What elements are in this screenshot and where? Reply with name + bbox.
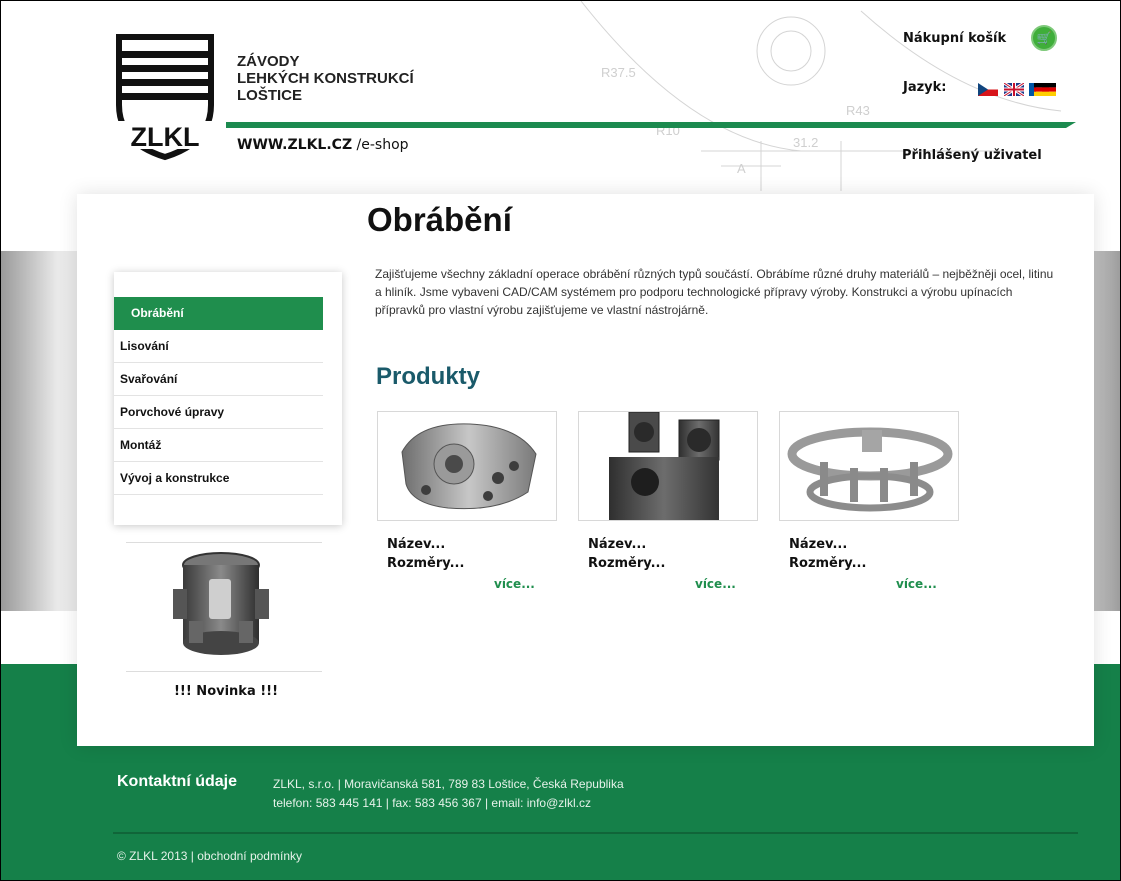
product-name: Název...: [387, 537, 446, 552]
website-url[interactable]: WWW.ZLKL.CZ /e-shop: [237, 137, 409, 153]
menu-item-svarovani[interactable]: Svařování: [114, 363, 323, 396]
cart-link[interactable]: Nákupní košík: [903, 31, 1006, 46]
language-label: Jazyk:: [903, 80, 947, 95]
product-card[interactable]: Název... Rozměry... více...: [377, 411, 557, 591]
copyright-text: © ZLKL 2013: [117, 849, 188, 863]
logo-text: ZLKL: [131, 122, 200, 152]
brand-line: LOŠTICE: [237, 87, 303, 104]
page-title: Obrábění: [367, 201, 512, 238]
product-more-link[interactable]: více...: [896, 577, 937, 591]
contact-address: ZLKL, s.r.o. | Moravičanská 581, 789 83 …: [273, 777, 624, 791]
product-dimensions: Rozměry...: [789, 556, 867, 571]
menu-item-povrchove-upravy[interactable]: Porvchové úpravy: [114, 396, 323, 429]
company-name: ZÁVODY LEHKÝCH KONSTRUKCÍ LOŠTICE: [237, 53, 414, 104]
divider: [126, 542, 322, 543]
product-more-link[interactable]: více...: [494, 577, 535, 591]
page-frame: R37.5 R43 R10 31.2 A ZLKL ZÁVODY LEHKÝCH…: [0, 0, 1121, 881]
drawing-label: R43: [846, 103, 870, 118]
news-label[interactable]: !!! Novinka !!!: [174, 684, 278, 699]
intro-text: Zajišťujeme všechny základní operace obr…: [375, 267, 1054, 317]
contacts-heading: Kontaktní údaje: [117, 773, 238, 790]
drawing-label: 31.2: [793, 135, 818, 150]
product-image[interactable]: [779, 411, 959, 521]
shopping-cart-icon[interactable]: 🛒: [1031, 25, 1057, 51]
products-heading: Produkty: [376, 363, 481, 390]
product-name: Název...: [588, 537, 647, 552]
drawing-label: A: [737, 161, 746, 176]
logged-user-link[interactable]: Přihlášený uživatel: [902, 148, 1042, 163]
header-divider: [226, 122, 1076, 128]
czech-flag-icon[interactable]: [978, 83, 998, 96]
contact-phone-email: telefon: 583 445 141 | fax: 583 456 367 …: [273, 796, 591, 810]
menu-item-montaz[interactable]: Montáž: [114, 429, 323, 462]
menu-item-obrabeni[interactable]: Obrábění: [114, 297, 323, 330]
product-card[interactable]: Název... Rozměry... více...: [779, 411, 959, 591]
british-flag-icon[interactable]: [1004, 83, 1024, 96]
web-domain: WWW.ZLKL.CZ: [237, 137, 353, 153]
product-dimensions: Rozměry...: [588, 556, 666, 571]
product-name: Název...: [789, 537, 848, 552]
product-more-link[interactable]: více...: [695, 577, 736, 591]
news-product-image[interactable]: [169, 549, 271, 667]
menu-item-vyvoj[interactable]: Vývoj a konstrukce: [114, 462, 323, 495]
drawing-label: R37.5: [601, 65, 636, 80]
divider: [126, 671, 322, 672]
german-flag-icon[interactable]: [1034, 83, 1056, 96]
product-image[interactable]: [377, 411, 557, 521]
side-menu: Obrábění Lisování Svařování Porvchové úp…: [114, 272, 342, 525]
terms-link[interactable]: obchodní podmínky: [197, 849, 302, 863]
copyright-separator: |: [187, 849, 198, 863]
company-logo[interactable]: ZLKL: [105, 31, 225, 161]
web-suffix: /e-shop: [356, 137, 409, 153]
menu-item-lisovani[interactable]: Lisování: [114, 330, 323, 363]
brand-line: ZÁVODY: [237, 53, 300, 70]
product-image[interactable]: [578, 411, 758, 521]
product-dimensions: Rozměry...: [387, 556, 465, 571]
copyright: © ZLKL 2013 | obchodní podmínky: [117, 849, 302, 863]
footer-divider: [113, 832, 1078, 834]
brand-line: LEHKÝCH KONSTRUKCÍ: [237, 70, 414, 87]
product-card[interactable]: Název... Rozměry... více...: [578, 411, 758, 591]
